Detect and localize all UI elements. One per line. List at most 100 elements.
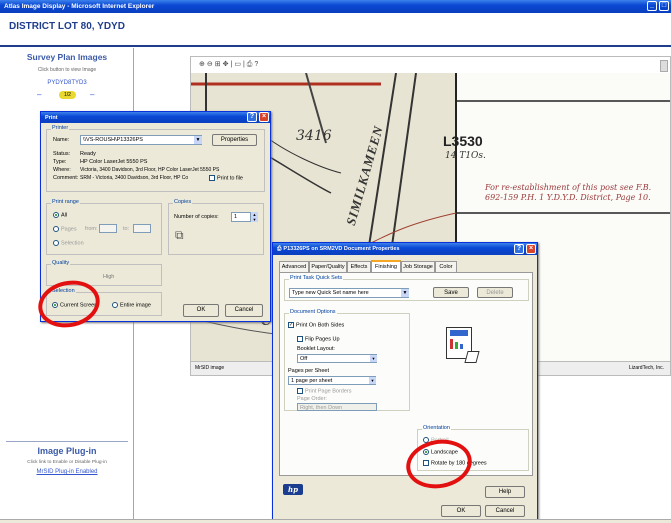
collate-icon: ⧉ — [175, 228, 184, 242]
from-input[interactable] — [99, 224, 117, 233]
browser-status-bar — [0, 519, 671, 523]
print-cancel-button[interactable]: Cancel — [225, 304, 263, 317]
document-properties-dialog: ⎙ P13326PS on SRM2VD Document Properties… — [272, 242, 538, 520]
selection-radio-label: Selection — [61, 240, 84, 247]
page-borders-checkbox[interactable]: Print Page Borders — [297, 388, 351, 394]
viewer-scrollbar[interactable] — [660, 60, 668, 72]
all-radio[interactable]: All — [53, 212, 67, 218]
tab-paper-quality[interactable]: Paper/Quality — [309, 261, 347, 272]
checkbox-icon — [297, 336, 303, 342]
survey-note: For re-establishment of this post see F.… — [485, 183, 652, 202]
close-icon[interactable]: × — [526, 244, 536, 254]
delete-button[interactable]: Delete — [477, 287, 513, 298]
where-value: Victoria, 3400 Davidson, 3rd Floor, HP C… — [80, 167, 220, 173]
select-icon[interactable]: ▭ — [234, 61, 243, 68]
comment-label: Comment: — [53, 175, 79, 181]
quickset-select[interactable]: Type new Quick Set name here — [289, 288, 409, 298]
help-icon[interactable]: ? — [247, 112, 257, 122]
maximize-icon[interactable]: □ — [659, 1, 669, 11]
minimize-icon[interactable]: _ — [647, 1, 657, 11]
props-cancel-button[interactable]: Cancel — [485, 505, 525, 517]
viewer-toolbar: ⊕⊖⊞✥|▭|⎙? — [199, 61, 261, 68]
where-label: Where: — [53, 167, 71, 173]
lot-l3530-sub-label: 14 T1Os. — [445, 151, 486, 161]
page-borders-label: Print Page Borders — [305, 388, 352, 395]
zoom-fit-icon[interactable]: ⊞ — [215, 61, 223, 68]
chevron-down-icon[interactable]: ▼ — [194, 136, 202, 144]
print-dialog-title-bar: Print ? × — [41, 112, 270, 123]
print-range-label: Print range — [51, 199, 80, 205]
type-label: Type: — [53, 159, 67, 165]
name-label: Name: — [53, 137, 70, 143]
tab-advanced[interactable]: Advanced — [279, 261, 309, 272]
window-title-bar: Atlas Image Display - Microsoft Internet… — [0, 0, 671, 13]
help-icon[interactable]: ? — [514, 244, 524, 254]
plugin-title: Image Plug-in — [37, 446, 97, 456]
radio-icon — [53, 240, 59, 246]
booklet-layout-label: Booklet Layout: — [297, 346, 335, 352]
tab-color[interactable]: Color — [435, 261, 457, 272]
to-label: to: — [123, 226, 130, 232]
pages-radio[interactable]: Pages — [53, 226, 77, 232]
page-order-select[interactable]: Right, then Down — [297, 403, 377, 411]
printer-name-select[interactable]: \\VS-ROUSH\P13326PS — [80, 135, 202, 145]
flip-pages-label: Flip Pages Up — [305, 336, 340, 343]
plugin-link[interactable]: MrSID Plug-in Enabled — [0, 469, 134, 475]
print-to-file-checkbox[interactable]: Print to file — [209, 175, 243, 181]
pan-icon[interactable]: ✥ — [223, 61, 231, 68]
tab-effects[interactable]: Effects — [347, 261, 371, 272]
props-title-bar: ⎙ P13326PS on SRM2VD Document Properties… — [273, 243, 537, 255]
print-range-group: Print range All Pages from: to: Selectio… — [46, 199, 162, 255]
save-button[interactable]: Save — [433, 287, 469, 298]
sidebar-footer-line — [6, 441, 128, 442]
finishing-panel: Print Task Quick Sets Type new Quick Set… — [279, 272, 533, 476]
quality-group-label: Quality — [51, 260, 71, 266]
selection-radio[interactable]: Selection — [53, 240, 84, 246]
radio-icon — [53, 226, 59, 232]
checkbox-checked-icon: ✓ — [288, 322, 294, 328]
zoom-in-icon[interactable]: ⊕ — [199, 61, 207, 68]
status-left: MrSID image — [195, 365, 225, 371]
copies-input[interactable]: 1 — [231, 212, 251, 222]
zoom-out-icon[interactable]: ⊖ — [207, 61, 215, 68]
props-help-button[interactable]: Help — [485, 486, 525, 498]
checkbox-icon — [209, 175, 215, 181]
orientation-label: Orientation — [422, 425, 451, 431]
props-title: P13326PS on SRM2VD Document Properties — [283, 246, 400, 252]
prev-arrow-icon[interactable]: – — [37, 90, 41, 99]
status-value: Ready — [80, 151, 96, 157]
chevron-down-icon[interactable]: ▼ — [370, 355, 377, 362]
properties-button[interactable]: Properties — [212, 134, 257, 146]
to-input[interactable] — [133, 224, 151, 233]
quickset-group: Print Task Quick Sets Type new Quick Set… — [284, 275, 529, 301]
window-title: Atlas Image Display - Microsoft Internet… — [4, 3, 155, 10]
sidebar-heading: Survey Plan Images — [26, 52, 108, 62]
spin-icon[interactable]: ▲ ▼ — [251, 212, 258, 222]
print-dialog-title: Print — [45, 114, 58, 121]
entire-image-radio[interactable]: Entire image — [112, 302, 151, 308]
pages-radio-label: Pages — [61, 226, 77, 233]
chevron-down-icon[interactable]: ▼ — [369, 377, 376, 384]
printer-group: Printer Name: \\VS-ROUSH\P13326PS ▼ Prop… — [46, 125, 265, 192]
props-ok-button[interactable]: OK — [441, 505, 481, 517]
printer-icon: ⎙ — [277, 245, 282, 252]
image-link[interactable]: PYDYD8TYD3 — [0, 80, 134, 86]
tab-job-storage[interactable]: Job Storage — [401, 261, 435, 272]
print-ok-button[interactable]: OK — [183, 304, 219, 317]
both-sides-checkbox[interactable]: ✓ Print On Both Sides — [288, 322, 344, 328]
next-arrow-icon[interactable]: – — [90, 90, 94, 99]
chevron-down-icon[interactable]: ▼ — [401, 289, 409, 297]
hp-logo: hp — [283, 484, 303, 495]
checkbox-icon — [297, 388, 303, 394]
document-options-label: Document Options — [289, 309, 337, 315]
close-icon[interactable]: × — [259, 112, 269, 122]
comment-value: SRM - Victoria, 3400 Davidson, 3rd Floor… — [80, 175, 189, 181]
printer-group-label: Printer — [51, 125, 70, 131]
booklet-select[interactable]: Off — [297, 354, 377, 363]
flip-pages-checkbox[interactable]: Flip Pages Up — [297, 336, 340, 342]
plugin-hint: Click link to Enable or Disable Plug-in — [27, 460, 107, 465]
page-pill[interactable]: 1/2 — [59, 91, 76, 99]
radio-icon — [53, 212, 59, 218]
pages-per-sheet-select[interactable]: 1 page per sheet — [288, 376, 376, 385]
help-icon[interactable]: ? — [254, 61, 260, 68]
